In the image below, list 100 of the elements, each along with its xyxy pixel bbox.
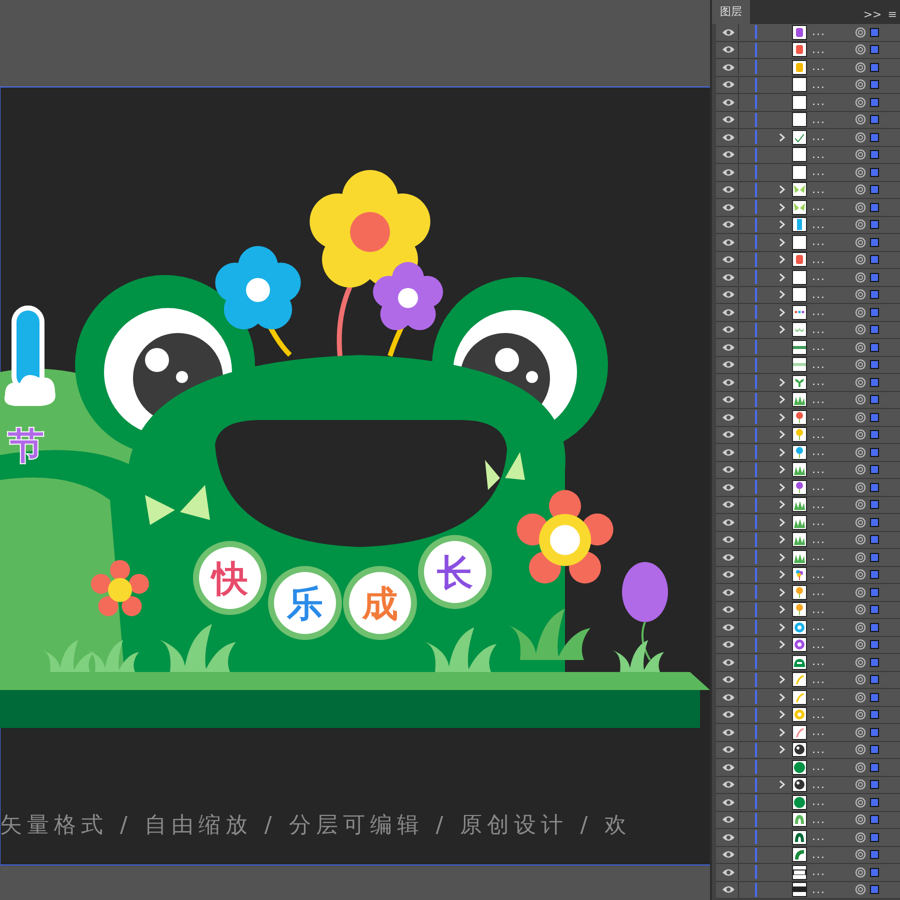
target-icon[interactable] <box>855 726 866 738</box>
layer-row[interactable]: ... <box>716 549 900 566</box>
eye-icon[interactable] <box>722 255 735 264</box>
target-icon[interactable] <box>855 622 866 633</box>
target-icon[interactable] <box>855 342 866 353</box>
eye-icon[interactable] <box>722 622 735 632</box>
target-icon[interactable] <box>855 534 866 546</box>
eye-icon[interactable] <box>722 482 735 492</box>
target-icon[interactable] <box>855 464 866 476</box>
selection-square[interactable] <box>870 360 879 370</box>
selection-square[interactable] <box>870 570 879 580</box>
target-icon[interactable] <box>855 656 866 668</box>
selection-square[interactable] <box>870 98 879 107</box>
target-icon[interactable] <box>855 446 866 458</box>
target-icon[interactable] <box>855 552 866 563</box>
eye-icon[interactable] <box>722 325 735 334</box>
chevron-icon[interactable] <box>778 465 786 474</box>
target-icon[interactable] <box>855 324 866 336</box>
selection-square[interactable] <box>870 272 879 282</box>
eye-icon[interactable] <box>722 868 735 877</box>
target-icon[interactable] <box>855 79 866 90</box>
layer-row[interactable]: ... <box>716 42 900 59</box>
layer-row[interactable]: ... <box>716 794 900 812</box>
selection-square[interactable] <box>870 448 879 457</box>
target-icon[interactable] <box>855 289 866 300</box>
layer-row[interactable]: ... <box>716 584 900 602</box>
selection-square[interactable] <box>870 658 879 667</box>
chevron-icon[interactable] <box>778 378 786 387</box>
selection-square[interactable] <box>870 815 879 824</box>
chevron-icon[interactable] <box>778 570 786 580</box>
eye-icon[interactable] <box>722 430 735 440</box>
selection-square[interactable] <box>870 885 879 894</box>
eye-icon[interactable] <box>722 658 735 667</box>
selection-square[interactable] <box>870 325 879 334</box>
chevron-icon[interactable] <box>778 710 786 720</box>
eye-icon[interactable] <box>722 588 735 597</box>
eye-icon[interactable] <box>722 552 735 562</box>
eye-icon[interactable] <box>722 115 735 124</box>
target-icon[interactable] <box>855 604 866 616</box>
selection-square[interactable] <box>870 535 879 544</box>
target-icon[interactable] <box>855 849 866 860</box>
selection-square[interactable] <box>870 412 879 422</box>
eye-icon[interactable] <box>722 360 735 370</box>
selection-square[interactable] <box>870 605 879 614</box>
chevron-icon[interactable] <box>778 412 786 422</box>
eye-icon[interactable] <box>722 202 735 212</box>
target-icon[interactable] <box>855 114 866 126</box>
selection-square[interactable] <box>870 832 879 842</box>
selection-square[interactable] <box>870 395 879 404</box>
eye-icon[interactable] <box>722 132 735 142</box>
chevron-icon[interactable] <box>778 535 786 544</box>
selection-square[interactable] <box>870 308 879 317</box>
chevron-icon[interactable] <box>778 290 786 300</box>
target-icon[interactable] <box>855 376 866 388</box>
chevron-icon[interactable] <box>778 255 786 264</box>
eye-icon[interactable] <box>722 290 735 300</box>
eye-icon[interactable] <box>722 62 735 72</box>
selection-square[interactable] <box>870 430 879 440</box>
layer-row[interactable]: ... <box>716 479 900 496</box>
target-icon[interactable] <box>855 359 866 370</box>
target-icon[interactable] <box>855 219 866 230</box>
eye-icon[interactable] <box>722 518 735 527</box>
target-icon[interactable] <box>855 236 866 248</box>
eye-icon[interactable] <box>722 45 735 54</box>
eye-icon[interactable] <box>722 412 735 422</box>
chevron-icon[interactable] <box>778 640 786 650</box>
layer-row[interactable]: ... <box>716 864 900 882</box>
selection-square[interactable] <box>870 728 879 737</box>
selection-square[interactable] <box>870 500 879 510</box>
chevron-icon[interactable] <box>778 185 786 194</box>
target-icon[interactable] <box>855 814 866 826</box>
chevron-icon[interactable] <box>778 325 786 334</box>
eye-icon[interactable] <box>722 780 735 790</box>
target-icon[interactable] <box>855 586 866 598</box>
chevron-icon[interactable] <box>778 552 786 562</box>
eye-icon[interactable] <box>722 692 735 702</box>
layer-row[interactable]: ... <box>716 724 900 742</box>
chevron-icon[interactable] <box>778 622 786 632</box>
layer-row[interactable]: ... <box>716 24 900 42</box>
chevron-icon[interactable] <box>778 745 786 754</box>
chevron-icon[interactable] <box>778 132 786 142</box>
target-icon[interactable] <box>855 62 866 73</box>
selection-square[interactable] <box>870 115 879 124</box>
target-icon[interactable] <box>855 639 866 650</box>
target-icon[interactable] <box>855 166 866 178</box>
layer-row[interactable]: ... <box>716 882 900 899</box>
selection-square[interactable] <box>870 622 879 632</box>
eye-icon[interactable] <box>722 728 735 737</box>
layer-row[interactable]: ... <box>716 252 900 269</box>
eye-icon[interactable] <box>722 832 735 842</box>
target-icon[interactable] <box>855 44 866 56</box>
layer-row[interactable]: ... <box>716 199 900 216</box>
layer-row[interactable]: ... <box>716 496 900 514</box>
collapse-button[interactable]: >> <box>860 0 885 24</box>
layer-row[interactable]: ... <box>716 759 900 776</box>
eye-icon[interactable] <box>722 272 735 282</box>
selection-square[interactable] <box>870 238 879 247</box>
eye-icon[interactable] <box>722 710 735 720</box>
selection-square[interactable] <box>870 28 879 37</box>
chevron-icon[interactable] <box>778 202 786 212</box>
